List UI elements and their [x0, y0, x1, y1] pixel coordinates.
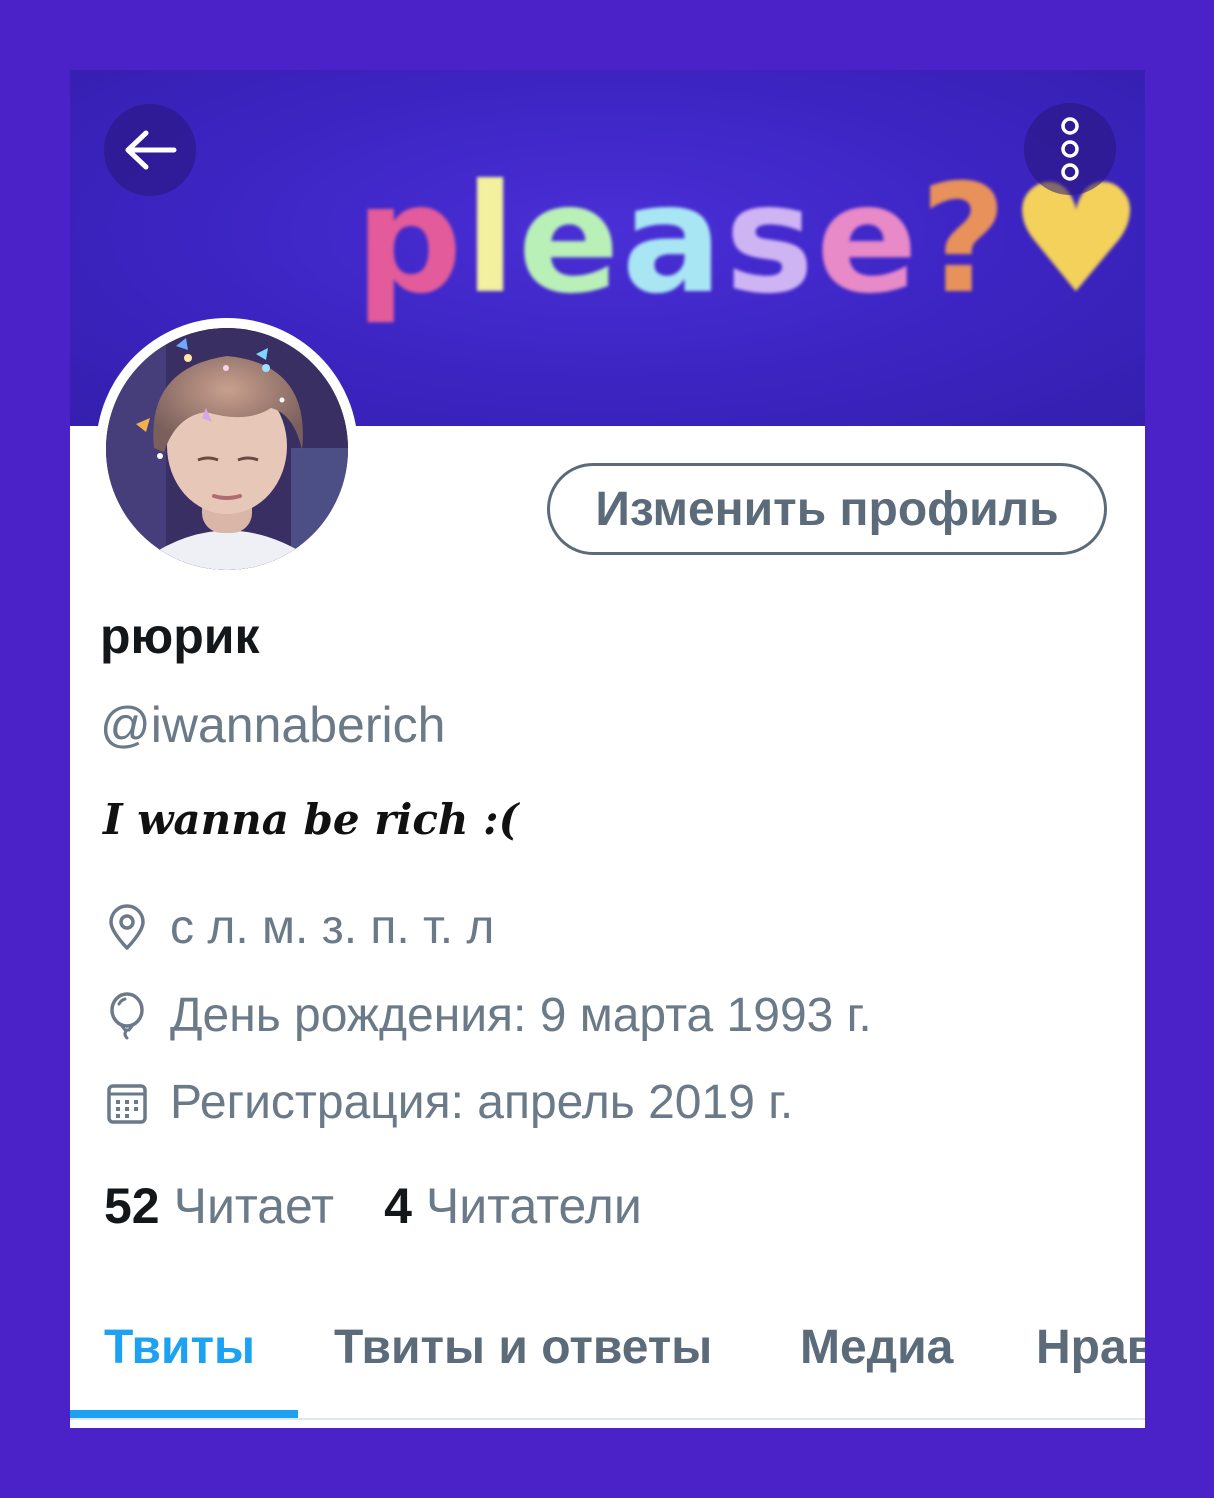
balloon-icon	[110, 991, 144, 1039]
more-options-button[interactable]	[1024, 103, 1116, 195]
tab-likes[interactable]: Нрав	[1036, 1320, 1145, 1375]
more-vertical-icon	[1061, 117, 1079, 181]
calendar-icon	[107, 1083, 147, 1124]
tab-tweets-and-replies[interactable]: Твиты и ответы	[334, 1320, 712, 1375]
tab-tweets[interactable]: Твиты	[104, 1320, 255, 1375]
following-count: 52	[104, 1178, 160, 1234]
active-tab-indicator	[70, 1410, 298, 1418]
profile-bio: I wanna be rich :(	[103, 795, 519, 844]
profile-tabs: Твиты Твиты и ответы Медиа Нрав	[70, 1300, 1145, 1420]
followers-stat[interactable]: 4 Читатели	[384, 1177, 642, 1235]
location-pin-icon	[109, 903, 145, 950]
birthday-row: День рождения: 9 марта 1993 г.	[106, 988, 872, 1043]
joined-row: Регистрация: апрель 2019 г.	[106, 1075, 793, 1130]
profile-screen: please?♥ Изменить профиль рюрик @iwannab…	[70, 70, 1145, 1428]
followers-count: 4	[384, 1178, 412, 1234]
follow-stats: 52 Читает 4 Читатели	[104, 1177, 642, 1235]
banner-text: please?♥	[355, 153, 1145, 327]
back-button[interactable]	[104, 104, 196, 196]
avatar[interactable]	[106, 328, 348, 570]
display-name: рюрик	[100, 608, 260, 664]
following-stat[interactable]: 52 Читает	[104, 1177, 334, 1235]
avatar-image	[106, 328, 348, 570]
location-text: с л. м. з. п. т. л	[170, 901, 495, 954]
avatar-frame[interactable]	[96, 318, 358, 580]
following-label: Читает	[173, 1178, 335, 1234]
location-row: с л. м. з. п. т. л	[106, 900, 494, 955]
user-handle: @iwannaberich	[100, 697, 446, 753]
edit-profile-button[interactable]: Изменить профиль	[547, 463, 1107, 555]
tab-media[interactable]: Медиа	[800, 1320, 953, 1375]
birthday-text: День рождения: 9 марта 1993 г.	[170, 989, 872, 1042]
arrow-left-icon	[125, 130, 177, 170]
followers-label: Читатели	[425, 1178, 642, 1234]
joined-text: Регистрация: апрель 2019 г.	[170, 1076, 794, 1129]
